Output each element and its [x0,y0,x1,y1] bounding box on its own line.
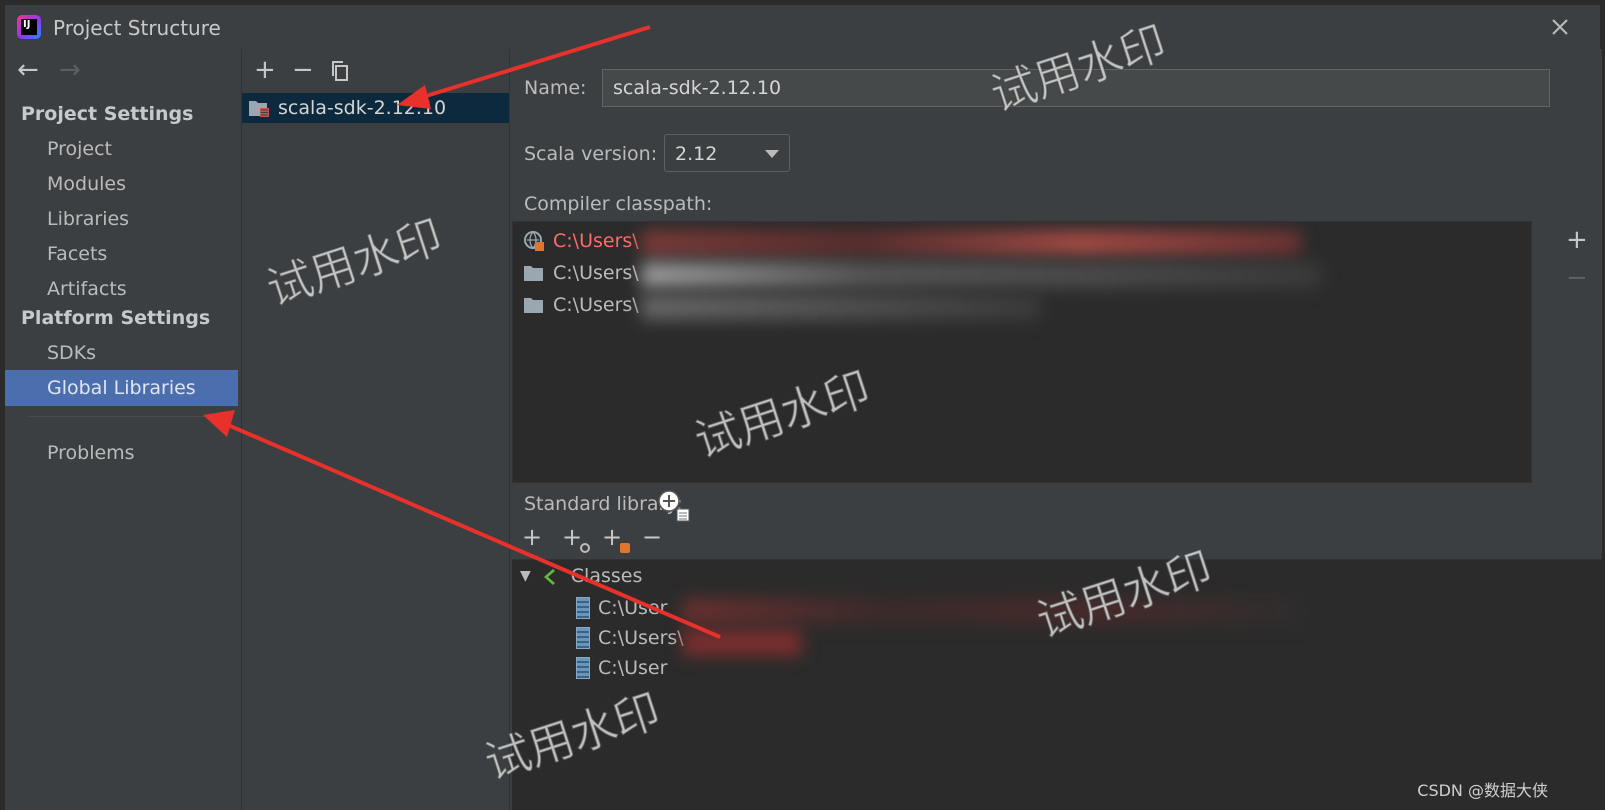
chevron-down-icon [765,150,779,158]
nav-item-modules[interactable]: Modules [5,166,238,202]
add-jar-button[interactable]: + [600,525,630,553]
name-field[interactable] [602,69,1550,107]
remove-library-button[interactable]: − [292,57,314,83]
nav-item-project[interactable]: Project [5,131,238,167]
library-item-label: scala-sdk-2.12.10 [278,97,447,119]
classes-root-icon [543,569,555,585]
classpath-row[interactable]: C:\Users\ [523,258,639,288]
jar-icon [576,657,590,679]
library-detail-panel: Name: Scala version: 2.12 Compiler class… [510,49,1602,810]
standard-library-tree[interactable]: ▼ Classes C:\User C:\Users\ C:\User [512,559,1602,810]
scala-version-dropdown[interactable]: 2.12 [664,134,790,172]
jar-path: C:\User [598,657,668,679]
jar-icon [576,627,590,649]
window-title: Project Structure [53,16,221,40]
classpath-row[interactable]: C:\Users\ [523,290,639,320]
tree-node-jar[interactable]: C:\User [576,594,667,622]
classpath-side-toolbar: + − [1532,221,1602,483]
classpath-path: C:\Users\ [553,262,639,284]
redacted-blur [641,294,1041,320]
credit-text: CSDN @数据大侠 [1417,781,1548,800]
remove-root-button[interactable]: − [640,525,664,551]
compiler-classpath-list[interactable]: C:\Users\ C:\Users\ C:\Users\ [512,221,1532,483]
scala-version-label: Scala version: [524,143,658,165]
jar-icon [576,597,590,619]
scala-version-value: 2.12 [675,143,718,165]
close-icon[interactable] [1548,15,1572,39]
library-list-toolbar: + − [242,53,350,89]
nav-item-sdks[interactable]: SDKs [5,335,238,371]
history-arrows: ← → [17,57,87,91]
redacted-blur [641,262,1321,288]
classes-label: Classes [570,565,643,587]
project-structure-dialog: IJ Project Structure ← → Project Setting… [4,4,1602,810]
remove-classpath-button[interactable]: − [1566,265,1588,291]
standard-library-toolbar: + + + − [520,525,664,553]
nav-item-global-libraries[interactable]: Global Libraries [5,370,238,406]
nav-item-artifacts[interactable]: Artifacts [5,271,238,307]
missing-jar-icon [524,231,544,251]
redacted-blur [682,630,802,656]
redacted-blur [682,598,1302,624]
settings-nav: ← → Project Settings Project Modules Lib… [5,49,242,810]
folder-icon [524,298,543,313]
back-arrow-icon[interactable]: ← [17,57,45,85]
tree-node-classes[interactable]: ▼ Classes [520,562,642,590]
nav-item-facets[interactable]: Facets [5,236,238,272]
nav-item-libraries[interactable]: Libraries [5,201,238,237]
nav-item-problems[interactable]: Problems [5,435,238,471]
nav-divider [29,416,214,417]
jar-path: C:\Users\ [598,627,684,649]
library-folder-icon [249,101,269,117]
platform-settings-header: Platform Settings [21,307,211,329]
add-root-button[interactable]: + [520,525,544,551]
classpath-path: C:\Users\ [553,294,639,316]
forward-arrow-icon[interactable]: → [59,57,87,85]
add-classpath-button[interactable]: + [1566,227,1588,253]
library-list-panel: + − scala-sdk-2.12.10 [242,49,510,810]
title-bar: IJ Project Structure [5,5,1600,49]
intellij-logo-icon: IJ [17,15,41,39]
compiler-classpath-label: Compiler classpath: [524,193,713,215]
classpath-path: C:\Users\ [553,230,639,252]
add-library-button[interactable]: + [254,57,276,83]
redacted-blur [641,230,1301,256]
tree-node-jar[interactable]: C:\User [576,654,667,682]
folder-icon [524,266,543,281]
jar-path: C:\User [598,597,668,619]
expand-arrow-icon[interactable]: ▼ [520,568,531,584]
name-label: Name: [524,77,587,99]
classpath-row[interactable]: C:\Users\ [523,226,639,256]
drag-cursor-icon [658,490,690,522]
tree-node-jar[interactable]: C:\Users\ [576,624,684,652]
add-url-button[interactable]: + [560,525,590,553]
library-item[interactable]: scala-sdk-2.12.10 [242,93,509,123]
copy-icon[interactable] [330,59,350,83]
project-settings-header: Project Settings [21,103,194,125]
